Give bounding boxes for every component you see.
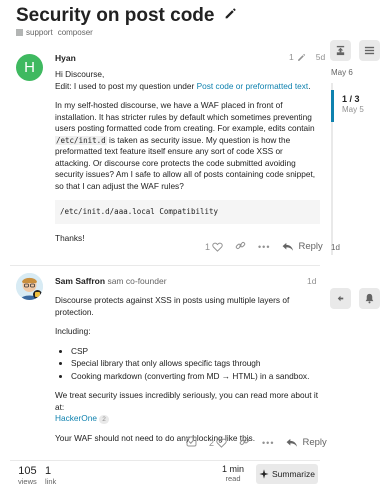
heart-icon[interactable]	[212, 242, 223, 252]
summarize-button[interactable]: Summarize	[256, 464, 318, 484]
question-paragraph: In my self-hosted discourse, we have a W…	[55, 100, 316, 191]
sparkle-icon	[259, 469, 269, 479]
post-author: Hyan	[55, 53, 76, 63]
edit-pencil-icon[interactable]	[224, 4, 237, 26]
reply-icon	[287, 438, 298, 447]
post-meta: 1 5d	[289, 52, 325, 62]
like-count[interactable]: 2	[209, 438, 227, 448]
heart-icon[interactable]	[216, 438, 227, 448]
page-title: Security on post code	[16, 4, 237, 27]
reply-icon	[283, 242, 294, 251]
user-title: co-founder	[125, 276, 167, 286]
topic-timeline[interactable]: May 6 1 / 3 May 5 1d	[330, 68, 390, 278]
links-count: 1	[45, 465, 52, 477]
inline-code: /etc/init.d	[55, 135, 107, 145]
reply-button[interactable]: Reply	[286, 437, 327, 448]
moderator-badge-icon	[33, 290, 42, 299]
more-options-icon[interactable]: •••	[262, 438, 274, 448]
post-meta: 1d	[307, 276, 316, 286]
links-label: link	[45, 477, 57, 486]
including-label: Including:	[55, 326, 91, 336]
post-author: Sam Saffron sam co-founder	[55, 276, 167, 286]
back-button[interactable]	[330, 288, 351, 309]
timeline-post-count: 1 / 3	[342, 94, 360, 104]
intro-paragraph: Discourse protects against XSS in posts …	[55, 295, 290, 317]
check-solution-icon[interactable]	[186, 436, 197, 449]
views-stat: 105 views	[18, 465, 37, 486]
edit-note: Edit: I used to post my question under P…	[55, 80, 311, 91]
code-block: /etc/init.d/aaa.local Compatibility	[55, 200, 320, 224]
link-icon[interactable]	[235, 240, 246, 253]
link-icon[interactable]	[239, 436, 250, 449]
list-item: Special library that only allows specifi…	[71, 358, 320, 370]
post-body: Hi Discourse, Edit: I used to post my qu…	[55, 69, 320, 252]
hackerone-link[interactable]: HackerOne	[55, 413, 97, 423]
avatar[interactable]: H	[16, 54, 43, 81]
post-actions: 1 ••• Reply	[205, 240, 323, 253]
topic-tags: support composer	[16, 28, 98, 37]
like-count[interactable]: 1	[205, 242, 223, 252]
jump-to-top-button[interactable]	[330, 40, 351, 61]
category-badge[interactable]: support	[26, 28, 53, 37]
timeline-start-date[interactable]: May 6	[331, 68, 353, 77]
hackerone-line: HackerOne 2	[55, 413, 320, 425]
jump-up-icon	[336, 45, 345, 56]
post-age[interactable]: 5d	[316, 52, 325, 62]
avatar[interactable]	[16, 273, 43, 300]
notifications-button[interactable]	[359, 288, 380, 309]
topic-map-button[interactable]	[359, 40, 380, 61]
back-arrow-icon	[337, 295, 344, 302]
security-paragraph: We treat security issues incredibly seri…	[55, 390, 319, 412]
category-color-icon	[16, 29, 23, 36]
timeline-end-date[interactable]: 1d	[331, 243, 340, 252]
list-icon	[364, 46, 375, 55]
username[interactable]: Hyan	[55, 53, 76, 63]
tag-composer[interactable]: composer	[58, 28, 93, 37]
topic-footer-stats: 105 views 1 link 1 min read Summarize	[0, 455, 330, 500]
post-actions: 2 ••• Reply	[186, 436, 327, 449]
read-label: read	[225, 474, 241, 483]
greeting: Hi Discourse,	[55, 69, 105, 79]
more-options-icon[interactable]: •••	[258, 242, 270, 252]
edit-count[interactable]: 1	[289, 52, 294, 62]
reply-button[interactable]: Reply	[282, 241, 323, 252]
bell-icon	[365, 293, 374, 304]
views-label: views	[18, 477, 37, 486]
username[interactable]: Sam Saffron	[55, 276, 105, 286]
avatar-letter: H	[24, 59, 35, 76]
protection-list: CSP Special library that only allows spe…	[55, 346, 320, 383]
post-body: Discourse protects against XSS in posts …	[55, 295, 320, 452]
list-item: CSP	[71, 346, 320, 358]
links-stat[interactable]: 1 link	[45, 465, 56, 486]
read-time: 1 min	[222, 464, 245, 474]
link-click-count: 2	[99, 415, 109, 424]
post-divider	[10, 265, 320, 266]
user-handle[interactable]: sam	[107, 276, 123, 286]
edit-link[interactable]: Post code or preformatted text	[197, 81, 309, 91]
timeline-current-date: May 5	[342, 105, 364, 114]
views-count: 105	[18, 465, 37, 477]
topic-title: Security on post code	[16, 5, 215, 26]
list-item: Cooking markdown (converting from MD → H…	[71, 371, 320, 383]
post-age[interactable]: 1d	[307, 276, 316, 286]
edit-history-icon[interactable]	[297, 53, 306, 62]
timeline-scroll-handle[interactable]	[331, 90, 334, 122]
read-time-stat: 1 min read	[222, 464, 244, 483]
